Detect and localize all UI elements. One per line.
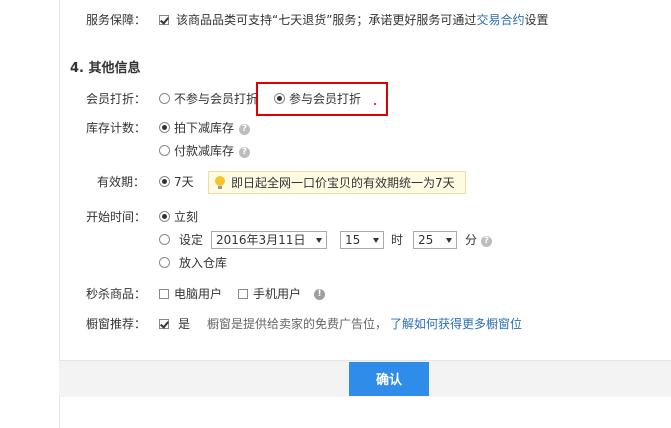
help-icon[interactable]: ? — [239, 147, 250, 158]
help-icon[interactable]: ? — [239, 124, 250, 135]
window-recommend-desc: 橱窗是提供给卖家的免费广告位， — [207, 317, 388, 331]
start-time-label: 开始时间： — [86, 210, 147, 224]
annotation-dot — [374, 103, 376, 105]
flash-sale-label: 秒杀商品： — [86, 287, 147, 301]
member-discount-label: 会员打折： — [86, 92, 147, 106]
mobile-user-label: 手机用户 — [253, 287, 302, 301]
confirm-button[interactable]: 确认 — [349, 362, 429, 396]
start-now-label: 立刻 — [174, 210, 199, 224]
no-member-discount-radio[interactable] — [159, 93, 170, 104]
pc-user-checkbox[interactable] — [159, 289, 169, 299]
lightbulb-icon — [215, 176, 225, 189]
service-checkbox[interactable] — [159, 15, 169, 25]
date-select[interactable]: 2016年3月11日 — [211, 231, 327, 249]
hour-select[interactable]: 15 — [340, 231, 384, 249]
start-scheduled-label: 设定 — [179, 233, 204, 247]
minute-select-value: 25 — [418, 233, 434, 247]
validity-7days-label: 7天 — [174, 175, 194, 189]
learn-more-window-link[interactable]: 了解如何获得更多橱窗位 — [390, 316, 522, 332]
date-select-value: 2016年3月11日 — [216, 233, 306, 247]
hour-unit: 时 — [391, 233, 404, 247]
service-text: 该商品品类可支持“七天退货”服务；承诺更好服务可通过交易合约设置 — [176, 13, 549, 27]
stock-count-label: 库存计数： — [86, 121, 147, 135]
validity-7days-radio[interactable] — [159, 176, 170, 187]
highlight-annotation-box — [256, 82, 388, 116]
validity-tip-text: 即日起全网一口价宝贝的有效期统一为7天 — [231, 176, 455, 190]
start-scheduled-radio[interactable] — [159, 234, 170, 245]
window-recommend-yes: 是 — [178, 317, 191, 331]
put-in-warehouse-radio[interactable] — [159, 257, 170, 268]
deduct-on-order-label: 拍下减库存 — [174, 121, 235, 135]
deduct-on-payment-label: 付款减库存 — [174, 144, 235, 158]
chevron-down-icon — [446, 238, 452, 243]
deduct-on-order-radio[interactable] — [159, 122, 170, 133]
start-now-radio[interactable] — [159, 211, 170, 222]
hour-select-value: 15 — [345, 233, 361, 247]
mobile-user-checkbox[interactable] — [238, 289, 248, 299]
info-warning-icon[interactable]: ! — [314, 289, 325, 300]
validity-tip-box: 即日起全网一口价宝贝的有效期统一为7天 — [208, 171, 466, 194]
chevron-down-icon — [316, 238, 322, 243]
window-recommend-checkbox[interactable] — [159, 319, 169, 329]
chevron-down-icon — [373, 238, 379, 243]
minute-unit: 分 — [465, 233, 478, 247]
pc-user-label: 电脑用户 — [174, 287, 223, 301]
minute-select[interactable]: 25 — [413, 231, 457, 249]
no-member-discount-label: 不参与会员打折 — [174, 92, 259, 106]
deduct-on-payment-radio[interactable] — [159, 145, 170, 156]
put-in-warehouse-label: 放入仓库 — [179, 256, 228, 270]
validity-label: 有效期： — [97, 175, 146, 189]
section-title: 4. 其他信息 — [70, 61, 141, 76]
service-label: 服务保障： — [86, 13, 147, 27]
window-recommend-label: 橱窗推荐： — [86, 317, 147, 331]
trade-contract-link[interactable]: 交易合约 — [476, 13, 524, 27]
help-icon[interactable]: ? — [481, 236, 492, 247]
